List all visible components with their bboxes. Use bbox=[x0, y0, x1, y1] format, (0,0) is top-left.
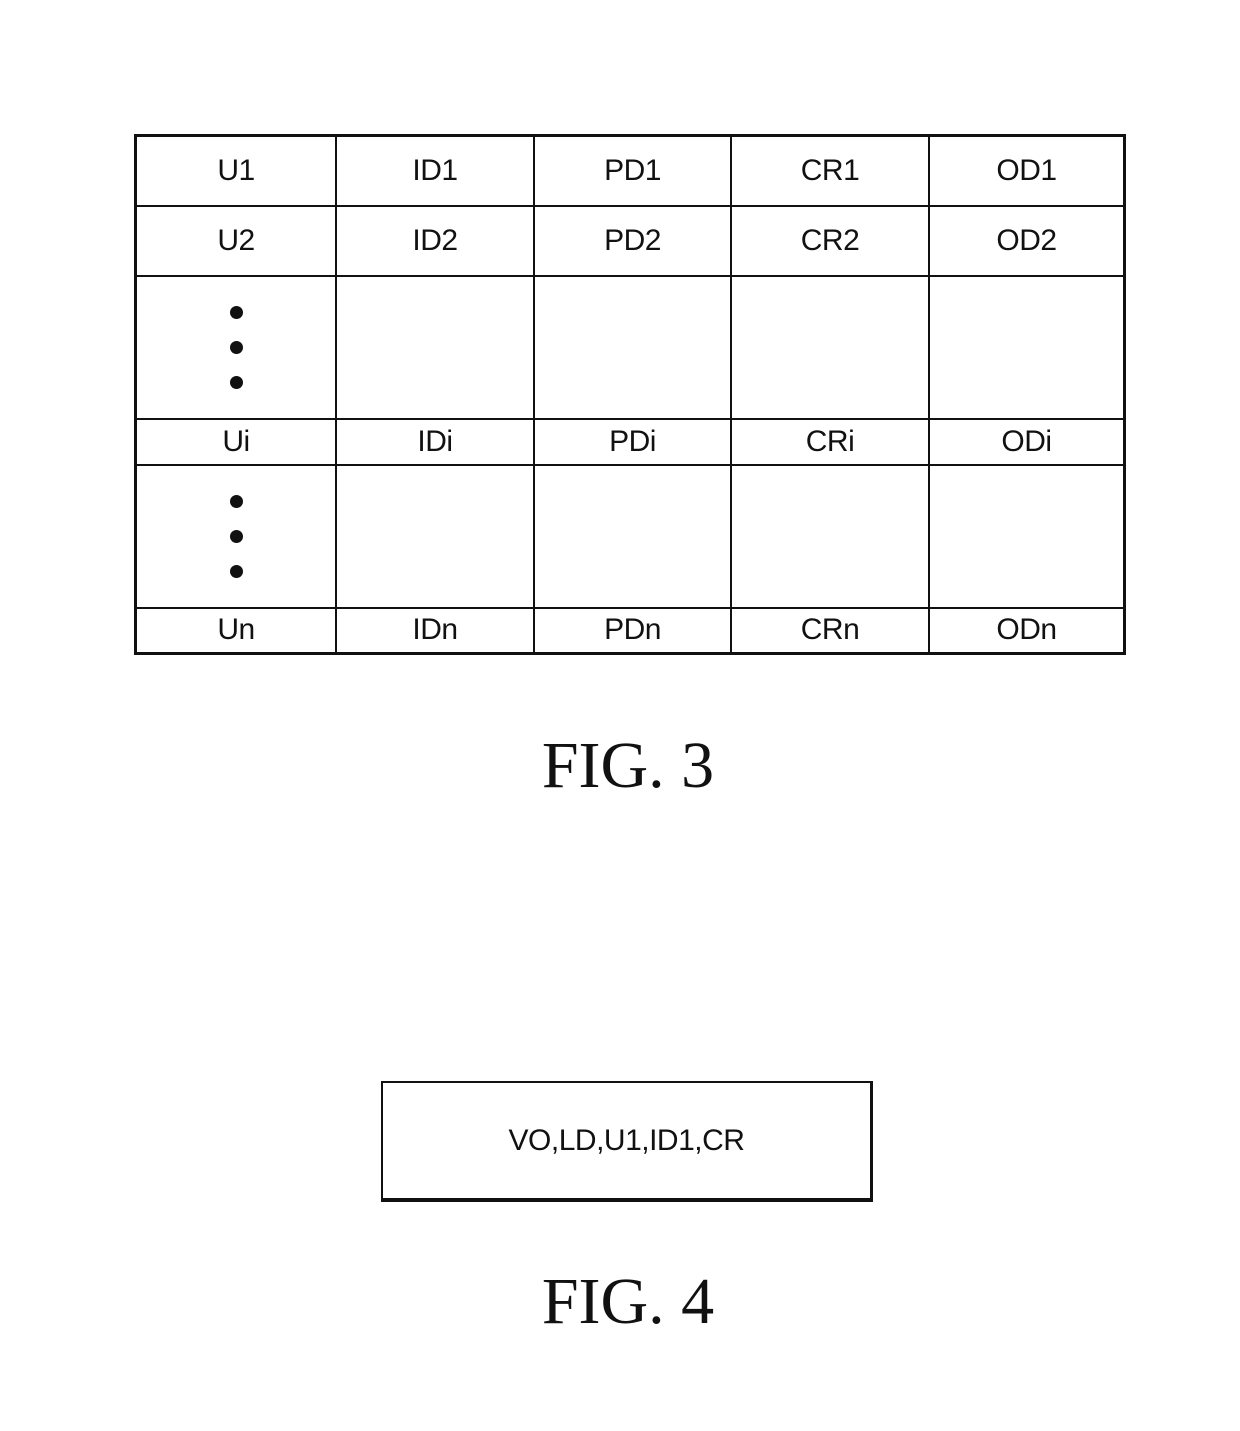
fig4-box-text: VO,LD,U1,ID1,CR bbox=[508, 1123, 745, 1157]
cell-empty bbox=[730, 463, 930, 609]
dot bbox=[229, 340, 243, 354]
cell-od: ODn bbox=[928, 606, 1126, 655]
cell-user: Un bbox=[134, 606, 337, 655]
cell-empty bbox=[533, 274, 732, 420]
dot bbox=[229, 564, 243, 578]
cell-id: IDn bbox=[335, 606, 535, 655]
fig3-table: U1 ID1 PD1 CR1 OD1 U2 ID2 PD2 CR2 OD2 Ui… bbox=[134, 134, 1126, 655]
cell-od: ODi bbox=[928, 417, 1126, 466]
cell-empty bbox=[533, 463, 732, 609]
cell-od: OD1 bbox=[928, 134, 1126, 207]
cell-od: OD2 bbox=[928, 204, 1126, 277]
cell-cr: CRi bbox=[730, 417, 930, 466]
cell-empty bbox=[730, 274, 930, 420]
cell-user: U2 bbox=[134, 204, 337, 277]
vertical-ellipsis-icon bbox=[137, 494, 335, 578]
cell-pd: PDn bbox=[533, 606, 732, 655]
cell-user: U1 bbox=[134, 134, 337, 207]
cell-empty bbox=[335, 274, 535, 420]
cell-id: ID2 bbox=[335, 204, 535, 277]
cell-id: IDi bbox=[335, 417, 535, 466]
fig3-caption: FIG. 3 bbox=[541, 729, 715, 802]
fig4-box: VO,LD,U1,ID1,CR bbox=[381, 1081, 873, 1202]
cell-cr: CR1 bbox=[730, 134, 930, 207]
cell-pd: PD2 bbox=[533, 204, 732, 277]
ellipsis-row bbox=[134, 463, 1126, 609]
table-row: U2 ID2 PD2 CR2 OD2 bbox=[134, 204, 1126, 277]
cell-user: Ui bbox=[134, 417, 337, 466]
cell-pd: PD1 bbox=[533, 134, 732, 207]
cell-empty bbox=[335, 463, 535, 609]
table-row: Un IDn PDn CRn ODn bbox=[134, 606, 1126, 655]
cell-empty bbox=[928, 463, 1126, 609]
cell-pd: PDi bbox=[533, 417, 732, 466]
dot bbox=[229, 375, 243, 389]
cell-cr: CRn bbox=[730, 606, 930, 655]
dot bbox=[229, 529, 243, 543]
cell-cr: CR2 bbox=[730, 204, 930, 277]
ellipsis-row bbox=[134, 274, 1126, 420]
cell-ellipsis bbox=[134, 274, 337, 420]
cell-ellipsis bbox=[134, 463, 337, 609]
cell-empty bbox=[928, 274, 1126, 420]
vertical-ellipsis-icon bbox=[137, 305, 335, 389]
dot bbox=[229, 494, 243, 508]
cell-id: ID1 bbox=[335, 134, 535, 207]
fig4-caption: FIG. 4 bbox=[541, 1265, 715, 1338]
table-row: U1 ID1 PD1 CR1 OD1 bbox=[134, 134, 1126, 207]
table-row: Ui IDi PDi CRi ODi bbox=[134, 417, 1126, 466]
dot bbox=[229, 305, 243, 319]
